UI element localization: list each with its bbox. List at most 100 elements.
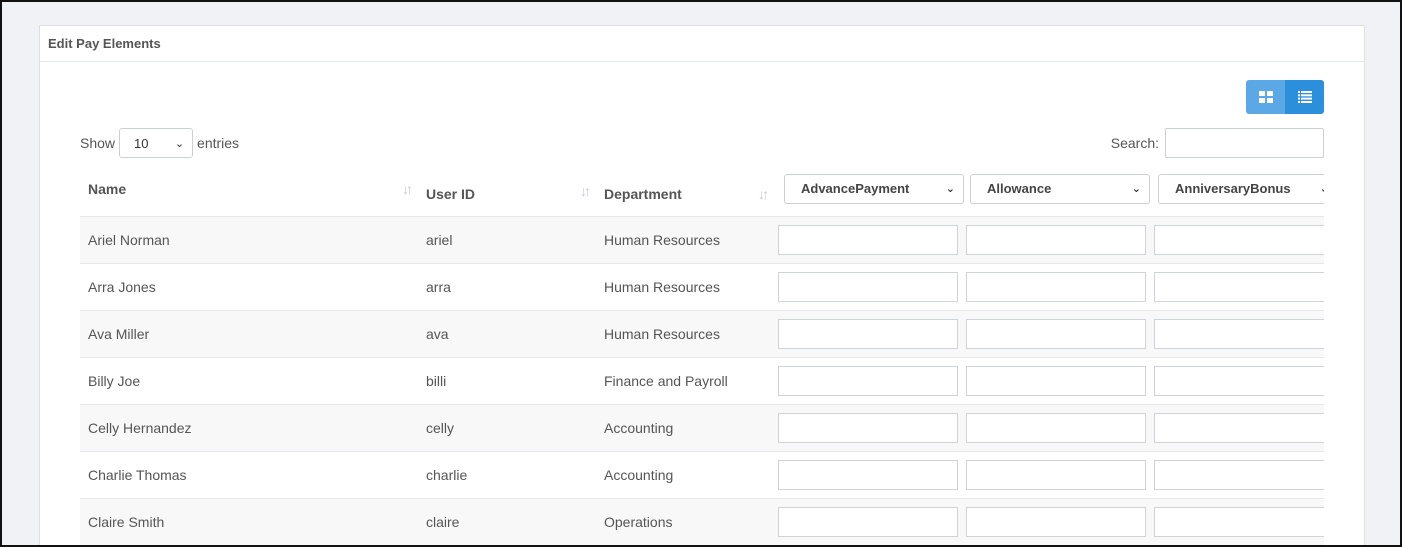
pay-element-amount-input[interactable] [966, 506, 1146, 537]
pay-element-cell [962, 215, 1150, 263]
cell-user-id: charlie [418, 450, 596, 498]
cell-name: Claire Smith [80, 497, 418, 545]
pay-element-cell [774, 215, 962, 263]
table-container: Name ↓↑ User ID ↓↑ Department ↓↑ Advance… [80, 172, 1324, 547]
pay-element-amount-input[interactable] [778, 271, 958, 302]
table-row: Arra Jones arra Human Resources [80, 262, 1324, 310]
cell-user-id: arra [418, 262, 596, 310]
column-header-name-label: Name [88, 180, 127, 197]
pay-element-amount-input[interactable] [1154, 224, 1324, 255]
pay-element-cell [1150, 356, 1324, 404]
pay-element-cell [774, 309, 962, 357]
cell-department: Human Resources [596, 215, 774, 263]
card-header: Edit Pay Elements [40, 26, 1364, 62]
pay-element-amount-input[interactable] [1154, 506, 1324, 537]
pay-element-select-value: AnniversaryBonus [1175, 181, 1291, 197]
pay-element-cell [774, 262, 962, 310]
cell-user-id: ariel [418, 215, 596, 263]
list-view-icon [1297, 91, 1312, 103]
pay-element-select[interactable]: AdvancePayment ⌄ [784, 173, 964, 204]
pay-element-cell [774, 356, 962, 404]
cell-name: Celly Hernandez [80, 403, 418, 451]
entries-length-value: 10 [134, 135, 149, 151]
pay-elements-table: Name ↓↑ User ID ↓↑ Department ↓↑ Advance… [80, 172, 1324, 545]
pay-element-amount-input[interactable] [966, 459, 1146, 490]
pay-element-cell [962, 309, 1150, 357]
pay-element-cell [962, 497, 1150, 545]
pay-element-select[interactable]: Allowance ⌄ [970, 173, 1150, 204]
pay-element-cell [962, 450, 1150, 498]
pay-element-cell [774, 403, 962, 451]
column-header-department-label: Department [604, 185, 682, 202]
cell-department: Finance and Payroll [596, 356, 774, 404]
pay-element-amount-input[interactable] [778, 412, 958, 443]
pay-element-amount-input[interactable] [778, 506, 958, 537]
cell-name: Billy Joe [80, 356, 418, 404]
card-title: Edit Pay Elements [48, 36, 161, 51]
table-row: Ava Miller ava Human Resources [80, 309, 1324, 357]
pay-element-select-value: AdvancePayment [801, 181, 910, 197]
cell-name: Ava Miller [80, 309, 418, 357]
grid-view-button[interactable] [1246, 80, 1285, 114]
pay-element-cell [1150, 262, 1324, 310]
cell-department: Accounting [596, 450, 774, 498]
grid-view-icon [1258, 91, 1273, 103]
sort-icon: ↓↑ [758, 185, 769, 202]
cell-department: Operations [596, 497, 774, 545]
pay-element-cell [962, 262, 1150, 310]
column-header-user-id[interactable]: User ID ↓↑ [418, 172, 596, 216]
list-view-button[interactable] [1285, 80, 1324, 114]
sort-icon: ↓↑ [580, 182, 591, 199]
view-toggle [1246, 80, 1324, 114]
column-header-name[interactable]: Name ↓↑ [80, 172, 418, 216]
pay-element-cell [1150, 403, 1324, 451]
pay-element-amount-input[interactable] [778, 224, 958, 255]
length-control: Show 10 ⌄ entries [80, 128, 239, 158]
pay-element-select[interactable]: AnniversaryBonus ⌄ [1158, 173, 1324, 204]
pay-element-amount-input[interactable] [1154, 318, 1324, 349]
table-row: Claire Smith claire Operations [80, 497, 1324, 545]
search-control: Search: [1111, 128, 1324, 158]
pay-element-amount-input[interactable] [966, 412, 1146, 443]
column-header-department[interactable]: Department ↓↑ [596, 172, 774, 216]
column-header-element-2: Allowance ⌄ [962, 172, 1150, 216]
pay-element-amount-input[interactable] [778, 365, 958, 396]
pay-element-amount-input[interactable] [778, 459, 958, 490]
pay-element-cell [1150, 450, 1324, 498]
search-input[interactable] [1165, 128, 1324, 158]
pay-elements-card: Edit Pay Elements Show 10 ⌄ entries Sear… [39, 25, 1365, 547]
cell-user-id: claire [418, 497, 596, 545]
pay-element-amount-input[interactable] [1154, 412, 1324, 443]
show-label: Show [80, 135, 116, 151]
entries-length-select[interactable]: 10 ⌄ [119, 128, 194, 158]
pay-element-amount-input[interactable] [966, 318, 1146, 349]
table-row: Ariel Norman ariel Human Resources [80, 215, 1324, 263]
pay-element-amount-input[interactable] [1154, 271, 1324, 302]
search-label: Search: [1110, 135, 1159, 151]
column-header-element-3: AnniversaryBonus ⌄ [1150, 172, 1324, 216]
pay-element-amount-input[interactable] [778, 318, 958, 349]
table-body: Ariel Norman ariel Human Resources Arra Jon… [80, 215, 1324, 545]
pay-element-cell [962, 403, 1150, 451]
pay-element-amount-input[interactable] [1154, 365, 1324, 396]
chevron-down-icon: ⌄ [945, 183, 955, 196]
cell-department: Human Resources [596, 309, 774, 357]
pay-element-amount-input[interactable] [966, 224, 1146, 255]
column-header-user-id-label: User ID [426, 185, 476, 202]
cell-department: Accounting [596, 403, 774, 451]
chevron-down-icon: ⌄ [1131, 183, 1141, 196]
pay-element-cell [774, 497, 962, 545]
pay-element-cell [1150, 309, 1324, 357]
cell-name: Ariel Norman [80, 215, 418, 263]
pay-element-amount-input[interactable] [1154, 459, 1324, 490]
cell-name: Arra Jones [80, 262, 418, 310]
cell-user-id: celly [418, 403, 596, 451]
table-row: Charlie Thomas charlie Accounting [80, 450, 1324, 498]
pay-element-amount-input[interactable] [966, 365, 1146, 396]
chevron-down-icon: ⌄ [174, 137, 185, 150]
pay-element-cell [1150, 215, 1324, 263]
cell-user-id: ava [418, 309, 596, 357]
table-row: Billy Joe billi Finance and Payroll [80, 356, 1324, 404]
column-header-element-1: AdvancePayment ⌄ [774, 172, 964, 216]
pay-element-amount-input[interactable] [966, 271, 1146, 302]
